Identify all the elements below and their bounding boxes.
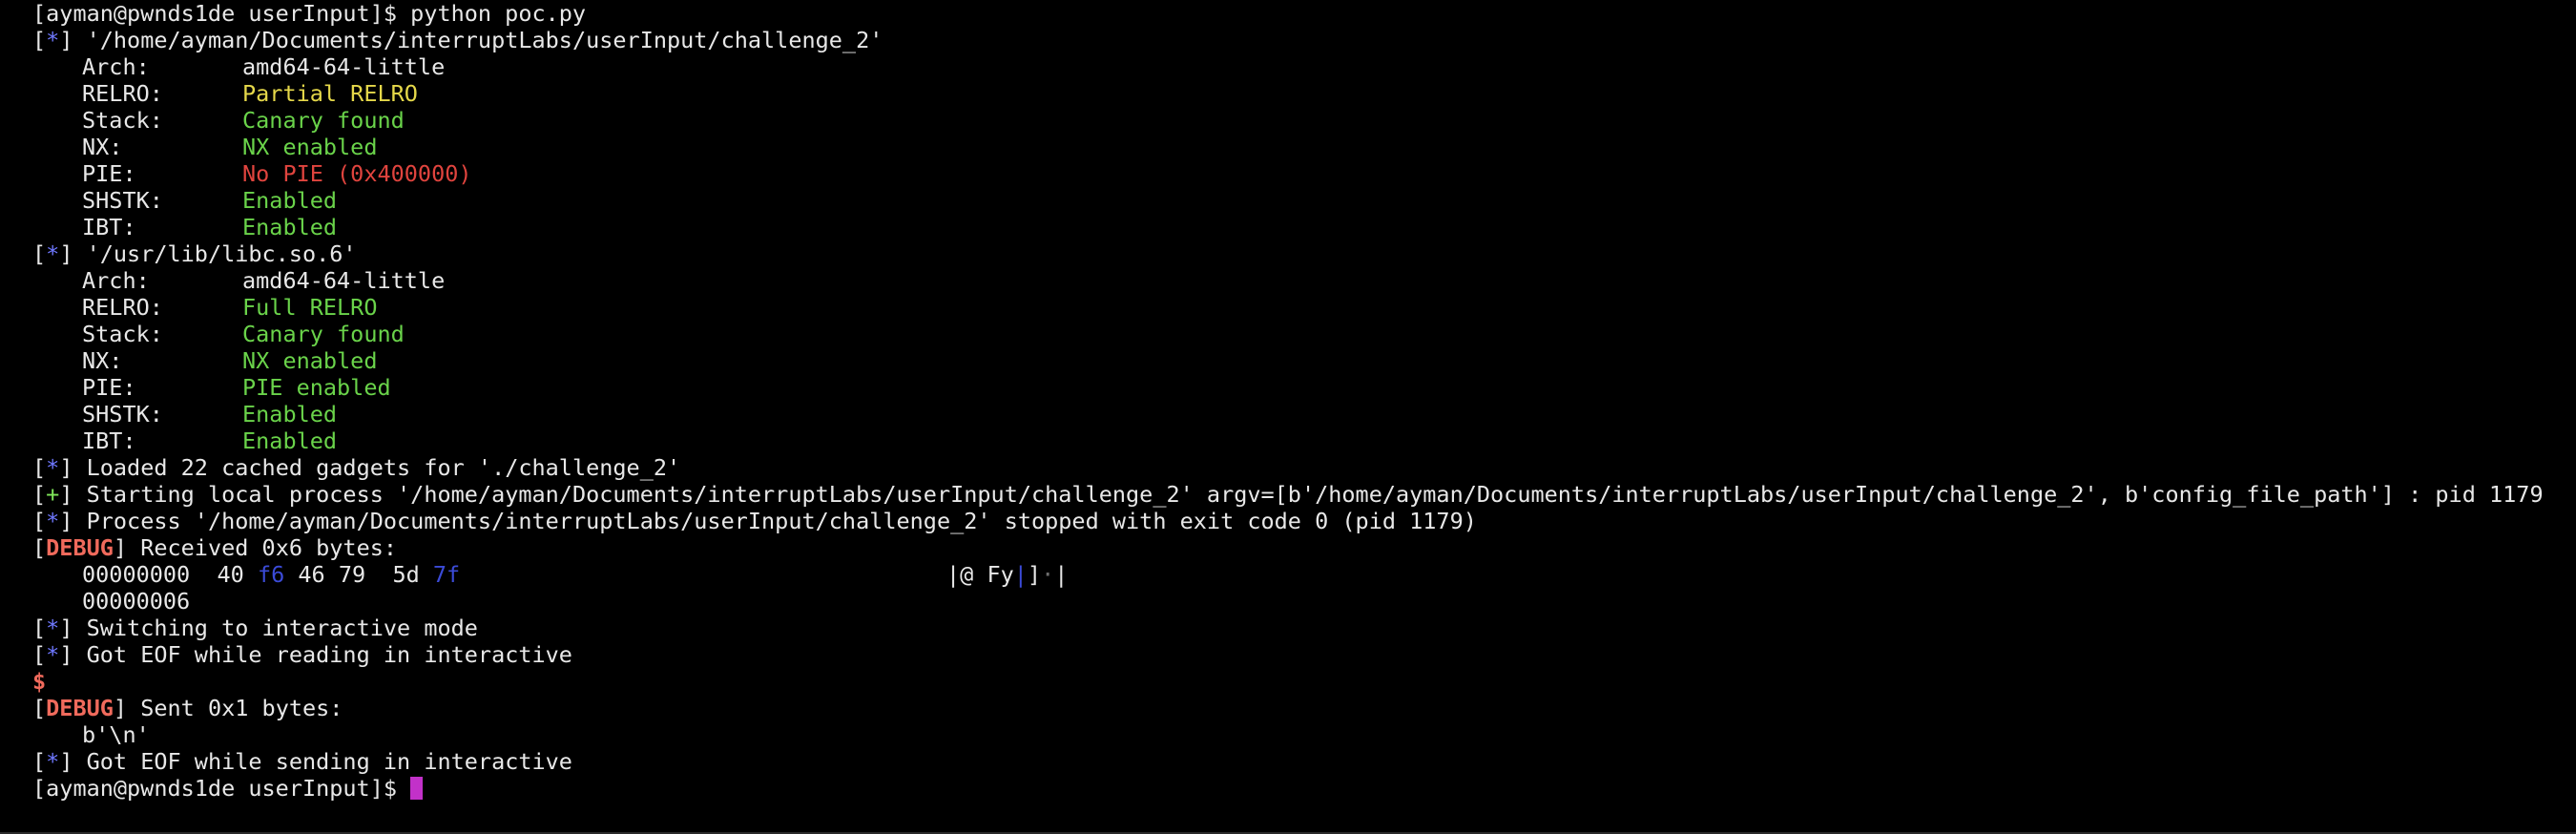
success-marker: + xyxy=(46,481,60,508)
ascii-dot: · xyxy=(1041,561,1055,588)
ascii-bar: | xyxy=(1013,561,1028,588)
checksec-header-binary: [*] '/home/ayman/Documents/interruptLabs… xyxy=(32,27,883,53)
debug-sent-line: [DEBUG] Sent 0x1 bytes: xyxy=(32,695,343,721)
eof-reading-line: [*] Got EOF while reading in interactive xyxy=(32,641,572,668)
prop-arch: Arch: amd64-64-little xyxy=(32,267,2576,294)
binary-path: '/home/ayman/Documents/interruptLabs/use… xyxy=(73,27,883,53)
prop-relro: RELRO: Partial RELRO xyxy=(32,80,2576,107)
prop-value: NX enabled xyxy=(242,347,378,374)
prop-shstk: SHSTK: Enabled xyxy=(32,187,2576,214)
prop-value: Canary found xyxy=(242,321,405,347)
eof-reading-text: Got EOF while reading in interactive xyxy=(73,641,572,668)
ascii-text: @ Fy xyxy=(960,561,1014,588)
sent-text: Sent 0x1 bytes: xyxy=(127,695,343,721)
prop-label: PIE: xyxy=(82,374,136,401)
switching-text: Switching to interactive mode xyxy=(73,615,478,641)
prop-value: amd64-64-little xyxy=(242,53,446,80)
process-stopped-line: [*] Process '/home/ayman/Documents/inter… xyxy=(32,508,1477,534)
prop-value: Canary found xyxy=(242,107,405,134)
binary-path: '/usr/lib/libc.so.6' xyxy=(73,240,357,267)
prop-value: PIE enabled xyxy=(242,374,391,401)
prop-label: Stack: xyxy=(82,107,163,134)
interactive-prompt-line: $ xyxy=(32,668,2576,695)
prop-label: PIE: xyxy=(82,160,136,187)
text-cursor xyxy=(410,777,424,800)
prop-value: amd64-64-little xyxy=(242,267,446,294)
prop-value: Enabled xyxy=(242,427,338,454)
info-marker: * xyxy=(46,615,60,641)
prop-shstk: SHSTK: Enabled xyxy=(32,401,2576,427)
ascii-bar: | xyxy=(1054,561,1069,588)
prop-arch: Arch: amd64-64-little xyxy=(32,53,2576,80)
sent-bytes-line: b'\n' xyxy=(82,721,150,748)
prop-ibt: IBT: Enabled xyxy=(32,427,2576,454)
info-marker: * xyxy=(46,508,60,534)
debug-tag: DEBUG xyxy=(46,534,114,561)
prop-pie: PIE: No PIE (0x400000) xyxy=(32,160,2576,187)
shell-prompt-input[interactable]: [ayman@pwnds1de userInput]$ xyxy=(32,775,2576,802)
prop-nx: NX: NX enabled xyxy=(32,134,2576,160)
prop-value: No PIE (0x400000) xyxy=(242,160,472,187)
loaded-gadgets-line: [*] Loaded 22 cached gadgets for './chal… xyxy=(32,454,681,481)
hex-byte: f6 xyxy=(257,561,285,588)
hex-byte: 5d xyxy=(392,561,420,588)
prop-value: Partial RELRO xyxy=(242,80,418,107)
terminal-window[interactable]: [ayman@pwnds1de userInput]$ python poc.p… xyxy=(0,0,2576,834)
eof-sending-line: [*] Got EOF while sending in interactive xyxy=(32,748,572,775)
prop-nx: NX: NX enabled xyxy=(32,347,2576,374)
shell-prompt-line: [ayman@pwnds1de userInput]$ python poc.p… xyxy=(32,0,587,27)
prop-stack: Stack: Canary found xyxy=(32,321,2576,347)
prop-label: SHSTK: xyxy=(82,401,163,427)
prop-label: IBT: xyxy=(82,214,136,240)
prop-label: RELRO: xyxy=(82,294,163,321)
info-marker: * xyxy=(46,748,60,775)
debug-received-line: [DEBUG] Received 0x6 bytes: xyxy=(32,534,398,561)
info-marker: * xyxy=(46,454,60,481)
switching-line: [*] Switching to interactive mode xyxy=(32,615,478,641)
hex-byte: 7f xyxy=(432,561,461,588)
prop-value: NX enabled xyxy=(242,134,378,160)
prop-ibt: IBT: Enabled xyxy=(32,214,2576,240)
info-marker: * xyxy=(46,27,60,53)
prop-label: NX: xyxy=(82,134,123,160)
hexdump-end-offset: 00000006 xyxy=(82,588,191,615)
loaded-gadgets-text: Loaded 22 cached gadgets for './challeng… xyxy=(73,454,681,481)
prop-pie: PIE: PIE enabled xyxy=(32,374,2576,401)
interactive-dollar: $ xyxy=(32,668,47,695)
hex-byte: 46 xyxy=(298,561,325,588)
prop-label: Stack: xyxy=(82,321,163,347)
info-marker: * xyxy=(46,641,60,668)
prop-label: IBT: xyxy=(82,427,136,454)
hex-byte: 79 xyxy=(338,561,366,588)
prop-value: Enabled xyxy=(242,214,338,240)
starting-process-line: [+] Starting local process '/home/ayman/… xyxy=(32,481,2544,508)
received-text: Received 0x6 bytes: xyxy=(127,534,398,561)
hexdump-row: 00000000 40 f6 46 79 5d 7f |@ Fy|]·| xyxy=(32,561,2576,588)
prop-value: Enabled xyxy=(242,187,338,214)
prop-stack: Stack: Canary found xyxy=(32,107,2576,134)
hexdump-ascii: |@ Fy|]·| xyxy=(946,561,1068,588)
prop-label: Arch: xyxy=(82,53,150,80)
process-stopped-text: Process '/home/ayman/Documents/interrupt… xyxy=(73,508,1477,534)
prop-value: Full RELRO xyxy=(242,294,378,321)
eof-sending-text: Got EOF while sending in interactive xyxy=(73,748,572,775)
hexdump-offset: 00000000 xyxy=(82,561,191,588)
prop-label: RELRO: xyxy=(82,80,163,107)
prop-relro: RELRO: Full RELRO xyxy=(32,294,2576,321)
prop-label: Arch: xyxy=(82,267,150,294)
starting-process-text: Starting local process '/home/ayman/Docu… xyxy=(73,481,2544,508)
checksec-header-libc: [*] '/usr/lib/libc.so.6' xyxy=(32,240,357,267)
debug-tag: DEBUG xyxy=(46,695,114,721)
ascii-bar: | xyxy=(946,561,961,588)
prop-value: Enabled xyxy=(242,401,338,427)
ascii-text: ] xyxy=(1027,561,1042,588)
info-marker: * xyxy=(46,240,60,267)
prop-label: SHSTK: xyxy=(82,187,163,214)
shell-prompt-text: [ayman@pwnds1de userInput]$ xyxy=(32,775,411,802)
hex-byte: 40 xyxy=(217,561,244,588)
prop-label: NX: xyxy=(82,347,123,374)
